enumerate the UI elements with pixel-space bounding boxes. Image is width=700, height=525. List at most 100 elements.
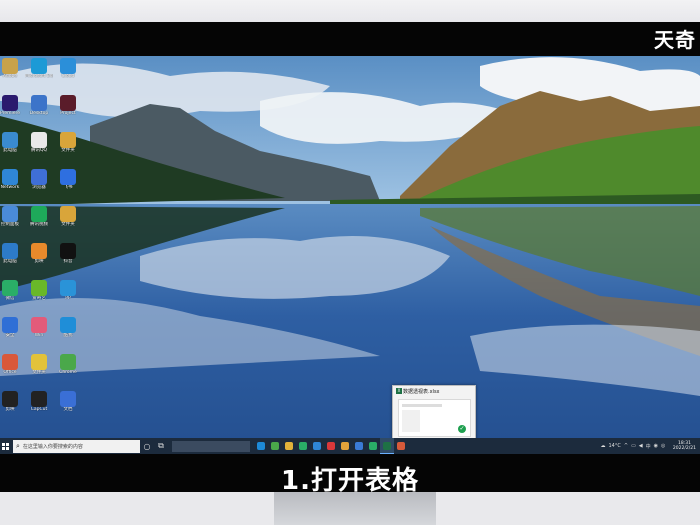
desktop-icon-label: CapCut xyxy=(30,407,48,412)
taskbar-app-explorer[interactable] xyxy=(282,438,296,454)
chrome-icon xyxy=(271,442,279,450)
network-icon[interactable]: ▭ xyxy=(631,443,636,449)
app-icon xyxy=(31,243,47,259)
app7-icon xyxy=(341,442,349,450)
desktop-icon[interactable]: 剪映 xyxy=(25,243,53,273)
desktop-icon[interactable]: 腾讯视频 xyxy=(25,206,53,236)
check-icon: ✓ xyxy=(458,425,466,433)
desktop-icon[interactable]: Project xyxy=(54,95,82,125)
desktop-icon[interactable]: 控制面板 xyxy=(0,206,24,236)
desktop-icon[interactable]: 酷我 xyxy=(54,317,82,347)
desktop-icon[interactable]: Premiere xyxy=(0,95,24,125)
app-icon xyxy=(2,169,18,185)
clock-date: 2022/2/21 xyxy=(672,446,696,451)
desktop-icon-label: 此电脑 xyxy=(3,259,17,264)
taskbar-app-wps[interactable] xyxy=(324,438,338,454)
temperature-text: 14°C xyxy=(608,443,621,449)
desktop-icon-label: 文件夹 xyxy=(61,148,75,153)
clock[interactable]: 18:31 2022/2/21 xyxy=(673,441,696,451)
desktop-icon[interactable]: Desktop xyxy=(25,95,53,125)
desktop-icon-label: 飞书 xyxy=(63,185,73,190)
start-button[interactable] xyxy=(0,438,11,454)
brand-logo: 天奇 xyxy=(654,28,696,52)
desktop-icon[interactable]: Cloud xyxy=(54,58,82,88)
desktop-icon[interactable]: 剪映 xyxy=(0,391,24,421)
taskbar-app-app9[interactable] xyxy=(366,438,380,454)
desktop-icon-label: 微信 xyxy=(5,296,15,301)
desktop-screen: Adobe Microsoft Edge Cloud Premiere Desktop P… xyxy=(0,56,700,454)
weather-icon[interactable]: ☁ xyxy=(601,443,606,449)
app-icon xyxy=(2,243,18,259)
desktop-icon[interactable]: Win xyxy=(25,317,53,347)
monitor-stand xyxy=(274,492,436,525)
desktop-icon-label: 文件夹 xyxy=(32,370,46,375)
ime-indicator[interactable]: 中 xyxy=(646,443,651,450)
desktop-icon[interactable]: 文件夹 xyxy=(54,206,82,236)
security-icon[interactable]: ◉ xyxy=(654,443,658,449)
app-icon xyxy=(60,132,76,148)
taskbar-app-chrome[interactable] xyxy=(268,438,282,454)
desktop-icon-label: Win xyxy=(34,333,44,338)
desktop-icon-label: 腾讯QQ xyxy=(30,148,48,153)
desktop-icon[interactable]: 抖音 xyxy=(54,243,82,273)
cortana-button[interactable]: ○ xyxy=(140,438,154,454)
desktop-icon-label: PP xyxy=(65,296,71,301)
desktop-icon[interactable]: Microsoft Edge xyxy=(25,58,53,88)
taskbar-app-qq[interactable] xyxy=(310,438,324,454)
app-icon xyxy=(31,132,47,148)
desktop-icon-label: Chrome xyxy=(59,370,77,375)
taskbar-app-excel[interactable] xyxy=(380,438,394,454)
app-icon xyxy=(2,354,18,370)
taskbar: ⌕ 在这里输入你要搜索的内容 ○ ⧉ ☁ 14°C ^ ▭ ◀ 中 ◉ ◎ 18… xyxy=(0,438,700,454)
sync-icon[interactable]: ◎ xyxy=(661,443,665,449)
taskbar-app-app8[interactable] xyxy=(352,438,366,454)
taskbar-app-app11[interactable] xyxy=(394,438,408,454)
taskbar-widget-box[interactable] xyxy=(172,440,250,452)
taskbar-app-wechat[interactable] xyxy=(296,438,310,454)
desktop-icon-label: 腾讯视频 xyxy=(30,222,48,227)
tray-chevron-icon[interactable]: ^ xyxy=(624,443,628,449)
desktop-icon-label: 安全 xyxy=(5,333,15,338)
desktop-icon-label: Microsoft Edge xyxy=(25,74,53,79)
desktop-icon[interactable]: CapCut xyxy=(25,391,53,421)
popup-thumbnail[interactable]: ✓ xyxy=(398,399,471,437)
desktop-icon-label: 剪映 xyxy=(34,259,44,264)
desktop-icon[interactable]: 浏览器 xyxy=(25,169,53,199)
app-icon xyxy=(60,58,76,74)
volume-icon[interactable]: ◀ xyxy=(639,443,643,449)
wall-background xyxy=(0,0,700,24)
desktop-icon[interactable]: 微信 xyxy=(0,280,24,310)
desktop-icon-label: 此电脑 xyxy=(3,148,17,153)
desktop-icon[interactable]: 此电脑 xyxy=(0,243,24,273)
desktop-icon[interactable]: 安全 xyxy=(0,317,24,347)
popup-title-text: 数据透视表.xlsx xyxy=(403,389,440,395)
desktop-icon[interactable]: 爱奇艺 xyxy=(25,280,53,310)
app-icon xyxy=(31,391,47,407)
desktop-icon[interactable]: PP xyxy=(54,280,82,310)
desktop-icon[interactable]: 腾讯QQ xyxy=(25,132,53,162)
thumbnail-pane xyxy=(402,410,420,432)
desktop-icons: Adobe Microsoft Edge Cloud Premiere Desktop P… xyxy=(0,56,90,428)
desktop-icon[interactable]: 飞书 xyxy=(54,169,82,199)
desktop-icon-label: 浏览器 xyxy=(32,185,46,190)
taskbar-preview-popup[interactable]: X 数据透视表.xlsx ✓ xyxy=(392,385,476,440)
app-icon xyxy=(31,95,47,111)
desktop-icon[interactable]: 此电脑 xyxy=(0,132,24,162)
desktop-icon-label: 控制面板 xyxy=(1,222,19,227)
desktop-icon[interactable]: 文档 xyxy=(54,391,82,421)
desktop-icon[interactable]: Network xyxy=(0,169,24,199)
desktop-icon[interactable]: 文件夹 xyxy=(25,354,53,384)
desktop-icon[interactable]: Adobe xyxy=(0,58,24,88)
app-icon xyxy=(31,317,47,333)
desktop-icon-label: 爱奇艺 xyxy=(32,296,46,301)
app-icon xyxy=(60,169,76,185)
app11-icon xyxy=(397,442,405,450)
task-view-button[interactable]: ⧉ xyxy=(154,438,168,454)
desktop-icon[interactable]: 文件夹 xyxy=(54,132,82,162)
desktop-icon[interactable]: Office xyxy=(0,354,24,384)
taskbar-app-edge[interactable] xyxy=(254,438,268,454)
desktop-icon[interactable]: Chrome xyxy=(54,354,82,384)
taskbar-app-app7[interactable] xyxy=(338,438,352,454)
desktop-icon-label: 抖音 xyxy=(63,259,73,264)
search-input[interactable]: ⌕ 在这里输入你要搜索的内容 xyxy=(13,439,140,453)
